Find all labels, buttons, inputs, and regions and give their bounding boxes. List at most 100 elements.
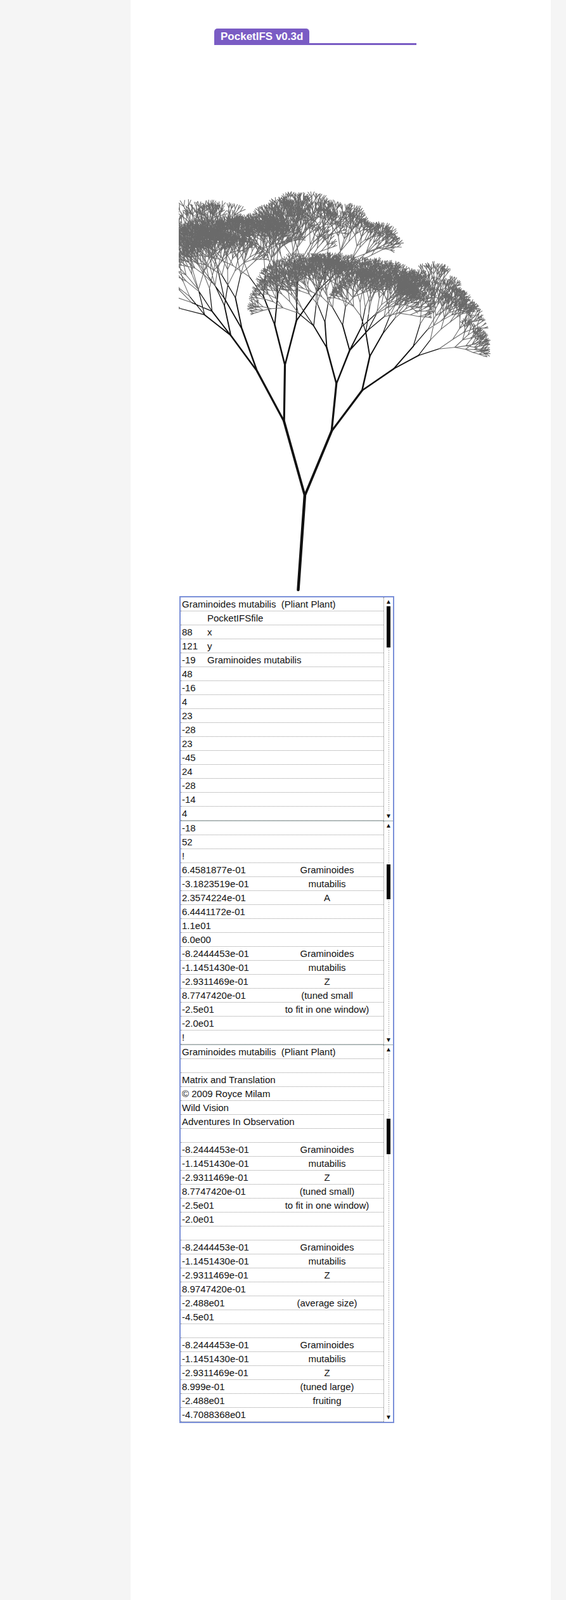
list-row[interactable]: -19Graminoides mutabilis — [180, 652, 384, 667]
list-row[interactable]: -1.1451430e-01mutabilis — [180, 1156, 384, 1171]
row-value: 23 — [181, 708, 384, 722]
row-value: -8.2444453e-01 — [181, 1142, 271, 1156]
list-row[interactable]: 8.7747420e-01(tuned small) — [180, 1183, 384, 1198]
ifs-file-list: Graminoides mutabilis (Pliant Plant)Pock… — [179, 595, 395, 1423]
row-value: -8.2444453e-01 — [181, 1337, 271, 1351]
list-row[interactable]: Adventures In Observation — [180, 1114, 384, 1129]
scroll-track[interactable] — [384, 829, 393, 1036]
scroll-down-icon[interactable]: ▼ — [385, 811, 392, 821]
list-row[interactable]: -4.7088368e01 — [180, 1407, 384, 1422]
list-row[interactable]: -2.5e01to fit in one window) — [180, 1197, 384, 1212]
list-row[interactable]: ! — [180, 1029, 384, 1044]
list-section: Graminoides mutabilis (Pliant Plant)Pock… — [180, 597, 393, 821]
app-title[interactable]: PocketIFS v0.3d — [214, 28, 310, 46]
list-row[interactable] — [180, 1128, 384, 1143]
row-value: -1.1451430e-01 — [181, 1351, 271, 1365]
title-underline — [309, 43, 417, 46]
list-row[interactable]: 6.4441172e-01 — [180, 904, 384, 919]
title-bar: PocketIFS v0.3d — [214, 28, 417, 46]
fractal-branches — [257, 365, 362, 431]
row-value: -1.1451430e-01 — [181, 960, 271, 974]
row-value: -2.5e01 — [181, 1197, 271, 1212]
list-row[interactable]: 121y — [180, 638, 384, 653]
scroll-track[interactable] — [384, 605, 393, 812]
row-note: Graminoides mutabilis — [207, 652, 384, 667]
list-row[interactable]: © 2009 Royce Milam — [180, 1086, 384, 1101]
list-row[interactable]: 4 — [180, 806, 384, 821]
list-row[interactable]: ! — [180, 848, 384, 863]
list-row[interactable]: 52 — [180, 834, 384, 849]
list-row[interactable]: 8.7747420e-01(tuned small — [180, 988, 384, 1003]
list-row[interactable]: 88x — [180, 624, 384, 639]
list-row[interactable]: -4.5e01 — [180, 1309, 384, 1324]
list-row[interactable]: -8.2444453e-01Graminoides — [180, 1142, 384, 1157]
list-row[interactable]: -2.9311469e-01Z — [180, 974, 384, 989]
list-row[interactable] — [180, 1323, 384, 1338]
list-row[interactable]: 48 — [180, 666, 384, 681]
scroll-up-icon[interactable]: ▲ — [385, 597, 392, 606]
scroll-thumb[interactable] — [386, 863, 391, 899]
list-row[interactable]: -2.0e01 — [180, 1016, 384, 1030]
scroll-down-icon[interactable]: ▼ — [385, 1035, 392, 1044]
list-row[interactable]: -8.2444453e-01Graminoides — [180, 946, 384, 961]
row-note: mutabilis — [270, 876, 384, 890]
list-row[interactable]: 1.1e01 — [180, 918, 384, 933]
row-list: Graminoides mutabilis (Pliant Plant) Matr… — [180, 1044, 384, 1422]
row-value: -2.9311469e-01 — [181, 974, 271, 988]
list-row[interactable]: 2.3574224e-01A — [180, 890, 384, 905]
list-row[interactable]: -28 — [180, 722, 384, 737]
list-row[interactable]: -2.9311469e-01Z — [180, 1267, 384, 1282]
list-row[interactable]: -45 — [180, 750, 384, 765]
list-row[interactable]: -2.5e01to fit in one window) — [180, 1002, 384, 1017]
scroll-thumb[interactable] — [386, 1118, 391, 1155]
list-row[interactable]: 23 — [180, 736, 384, 751]
list-row[interactable]: -16 — [180, 680, 384, 695]
list-row[interactable]: Wild Vision — [180, 1100, 384, 1115]
list-row[interactable]: -3.1823519e-01mutabilis — [180, 876, 384, 891]
list-row[interactable]: Graminoides mutabilis (Pliant Plant) — [180, 597, 384, 612]
row-value: ! — [181, 1029, 384, 1044]
scrollbar[interactable]: ▲▼ — [383, 597, 393, 821]
scroll-thumb[interactable] — [386, 605, 391, 648]
scrollbar[interactable]: ▲▼ — [383, 1044, 393, 1422]
list-row[interactable]: -1.1451430e-01mutabilis — [180, 1351, 384, 1366]
row-value: Matrix and Translation — [181, 1072, 384, 1086]
row-value: -2.488e01 — [181, 1393, 271, 1407]
list-row[interactable]: Graminoides mutabilis (Pliant Plant) — [180, 1044, 384, 1059]
row-value: 48 — [181, 666, 384, 681]
list-row[interactable]: Matrix and Translation — [180, 1072, 384, 1087]
scroll-down-icon[interactable]: ▼ — [385, 1412, 392, 1422]
list-row[interactable]: 4 — [180, 694, 384, 709]
scroll-track[interactable] — [384, 1053, 393, 1413]
list-row[interactable]: -8.2444453e-01Graminoides — [180, 1239, 384, 1254]
list-row[interactable] — [180, 1225, 384, 1240]
row-value: -28 — [181, 778, 384, 792]
list-row[interactable]: -2.0e01 — [180, 1211, 384, 1226]
row-value: 8.999e-01 — [181, 1379, 271, 1393]
list-row[interactable]: -1.1451430e-01mutabilis — [180, 1253, 384, 1268]
scroll-up-icon[interactable]: ▲ — [385, 1044, 392, 1054]
scroll-up-icon[interactable]: ▲ — [385, 820, 392, 830]
list-row[interactable]: 6.4581877e-01Graminoides — [180, 862, 384, 877]
list-row[interactable]: -2.9311469e-01Z — [180, 1365, 384, 1380]
list-row[interactable] — [180, 1058, 384, 1073]
list-row[interactable]: 8.9747420e-01 — [180, 1281, 384, 1296]
list-row[interactable]: -8.2444453e-01Graminoides — [180, 1337, 384, 1352]
list-section: -1852!6.4581877e-01Graminoides-3.1823519… — [180, 820, 393, 1044]
list-row[interactable]: 8.999e-01(tuned large) — [180, 1379, 384, 1394]
list-row[interactable]: -28 — [180, 778, 384, 793]
list-row[interactable]: 6.0e00 — [180, 932, 384, 947]
list-row[interactable]: -2.9311469e-01Z — [180, 1170, 384, 1184]
row-value: -45 — [181, 750, 384, 764]
row-value: Wild Vision — [181, 1100, 384, 1114]
list-row[interactable]: -1.1451430e-01mutabilis — [180, 960, 384, 975]
list-row[interactable]: -14 — [180, 792, 384, 807]
list-row[interactable]: -2.488e01fruiting — [180, 1393, 384, 1408]
row-value: 4 — [181, 694, 384, 708]
list-row[interactable]: -2.488e01(average size) — [180, 1295, 384, 1310]
list-row[interactable]: 23 — [180, 708, 384, 723]
list-row[interactable]: -18 — [180, 820, 384, 835]
list-row[interactable]: 24 — [180, 764, 384, 779]
list-row[interactable]: PocketIFSfile — [180, 611, 384, 625]
scrollbar[interactable]: ▲▼ — [383, 820, 393, 1044]
